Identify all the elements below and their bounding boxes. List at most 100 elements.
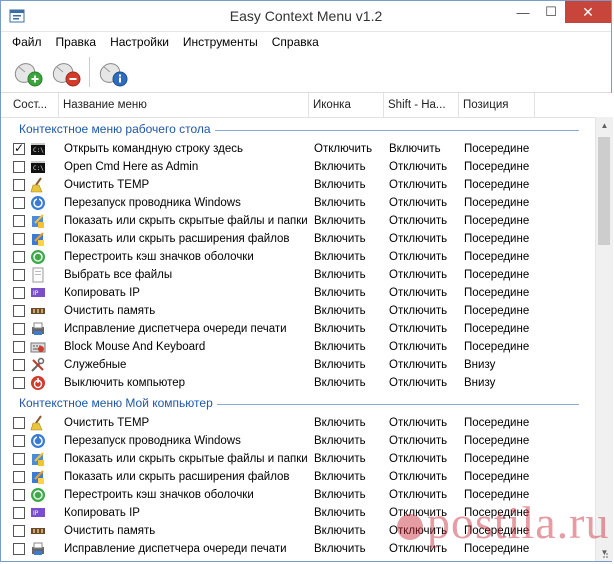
list-item[interactable]: Перестроить кэш значков оболочки Включить… <box>1 486 613 504</box>
shift-action-cell[interactable]: Отключить <box>389 338 459 356</box>
position-cell[interactable]: Посередине <box>464 540 534 558</box>
position-cell[interactable]: Посередине <box>464 266 534 284</box>
list-item[interactable]: Исправление диспетчера очереди печати Вкл… <box>1 540 613 558</box>
icon-action-cell[interactable]: Включить <box>314 338 386 356</box>
icon-action-cell[interactable]: Включить <box>314 230 386 248</box>
list-item[interactable]: Перезапуск проводника Windows Включить Отк… <box>1 194 613 212</box>
position-cell[interactable]: Внизу <box>464 356 534 374</box>
list-item[interactable]: Очистить TEMP Включить Отключить Посередине <box>1 414 613 432</box>
icon-action-cell[interactable]: Включить <box>314 414 386 432</box>
shift-action-cell[interactable]: Отключить <box>389 504 459 522</box>
vertical-scrollbar[interactable]: ▲ ▼ <box>595 117 613 561</box>
icon-action-cell[interactable]: Включить <box>314 468 386 486</box>
column-name[interactable]: Название меню <box>59 93 309 117</box>
row-checkbox[interactable] <box>13 377 25 389</box>
position-cell[interactable]: Посередине <box>464 414 534 432</box>
remove-menu-button[interactable] <box>49 55 83 89</box>
row-checkbox[interactable] <box>13 251 25 263</box>
column-icon[interactable]: Иконка <box>309 93 384 117</box>
position-cell[interactable]: Посередине <box>464 450 534 468</box>
column-shift[interactable]: Shift - На... <box>384 93 459 117</box>
row-checkbox[interactable] <box>13 341 25 353</box>
scroll-thumb[interactable] <box>598 137 610 245</box>
position-cell[interactable]: Посередине <box>464 468 534 486</box>
icon-action-cell[interactable]: Включить <box>314 522 386 540</box>
position-cell[interactable]: Посередине <box>464 522 534 540</box>
row-checkbox[interactable] <box>13 197 25 209</box>
shift-action-cell[interactable]: Отключить <box>389 374 459 392</box>
menu-edit[interactable]: Правка <box>49 35 104 49</box>
row-checkbox[interactable] <box>13 489 25 501</box>
resize-grip-icon[interactable] <box>599 549 609 559</box>
row-checkbox[interactable] <box>13 435 25 447</box>
shift-action-cell[interactable]: Отключить <box>389 176 459 194</box>
menu-file[interactable]: Файл <box>5 35 49 49</box>
close-button[interactable]: ✕ <box>565 1 611 23</box>
shift-action-cell[interactable]: Отключить <box>389 486 459 504</box>
row-checkbox[interactable] <box>13 179 25 191</box>
row-checkbox[interactable] <box>13 215 25 227</box>
list-item[interactable]: C:\ Открыть командную строку здесь Отключи… <box>1 140 613 158</box>
list-item[interactable]: Перезапуск проводника Windows Включить Отк… <box>1 432 613 450</box>
icon-action-cell[interactable]: Включить <box>314 320 386 338</box>
list-item[interactable]: Block Mouse And Keyboard Включить Отключит… <box>1 338 613 356</box>
shift-action-cell[interactable]: Отключить <box>389 212 459 230</box>
shift-action-cell[interactable]: Отключить <box>389 302 459 320</box>
row-checkbox[interactable] <box>13 233 25 245</box>
icon-action-cell[interactable]: Включить <box>314 432 386 450</box>
shift-action-cell[interactable]: Отключить <box>389 194 459 212</box>
row-checkbox[interactable] <box>13 269 25 281</box>
position-cell[interactable]: Посередине <box>464 212 534 230</box>
shift-action-cell[interactable]: Отключить <box>389 266 459 284</box>
icon-action-cell[interactable]: Включить <box>314 374 386 392</box>
icon-action-cell[interactable]: Включить <box>314 540 386 558</box>
position-cell[interactable]: Посередине <box>464 140 534 158</box>
shift-action-cell[interactable]: Отключить <box>389 432 459 450</box>
add-menu-button[interactable] <box>11 55 45 89</box>
menu-settings[interactable]: Настройки <box>103 35 176 49</box>
position-cell[interactable]: Посередине <box>464 194 534 212</box>
position-cell[interactable]: Посередине <box>464 176 534 194</box>
position-cell[interactable]: Посередине <box>464 432 534 450</box>
shift-action-cell[interactable]: Отключить <box>389 522 459 540</box>
list-item[interactable]: Выключить компьютер Включить Отключить Вниз… <box>1 374 613 392</box>
position-cell[interactable]: Посередине <box>464 486 534 504</box>
list-item[interactable]: IP Копировать IP Включить Отключить Посереди… <box>1 284 613 302</box>
list-item[interactable]: Показать или скрыть расширения файлов Вкл… <box>1 468 613 486</box>
maximize-button[interactable]: ☐ <box>537 1 565 23</box>
list-item[interactable]: Показать или скрыть скрытые файлы и папк… <box>1 212 613 230</box>
list-item[interactable]: C:\ Open Cmd Here as Admin Включить Отключи… <box>1 158 613 176</box>
column-state[interactable]: Сост... <box>9 93 59 117</box>
position-cell[interactable]: Посередине <box>464 302 534 320</box>
list-item[interactable]: Очистить память Включить Отключить Посереди… <box>1 522 613 540</box>
shift-action-cell[interactable]: Включить <box>389 140 459 158</box>
list-item[interactable]: Очистить TEMP Включить Отключить Посередине <box>1 176 613 194</box>
list-item[interactable]: Исправление диспетчера очереди печати Вкл… <box>1 320 613 338</box>
shift-action-cell[interactable]: Отключить <box>389 540 459 558</box>
list-item[interactable]: Выбрать все файлы Включить Отключить Посере… <box>1 266 613 284</box>
row-checkbox[interactable] <box>13 525 25 537</box>
icon-action-cell[interactable]: Включить <box>314 302 386 320</box>
icon-action-cell[interactable]: Включить <box>314 248 386 266</box>
row-checkbox[interactable] <box>13 323 25 335</box>
menu-help[interactable]: Справка <box>265 35 326 49</box>
shift-action-cell[interactable]: Отключить <box>389 450 459 468</box>
list-item[interactable]: Служебные Включить Отключить Внизу <box>1 356 613 374</box>
minimize-button[interactable]: — <box>509 1 537 23</box>
icon-action-cell[interactable]: Включить <box>314 212 386 230</box>
row-checkbox[interactable] <box>13 453 25 465</box>
row-checkbox[interactable] <box>13 161 25 173</box>
icon-action-cell[interactable]: Включить <box>314 356 386 374</box>
shift-action-cell[interactable]: Отключить <box>389 468 459 486</box>
icon-action-cell[interactable]: Включить <box>314 504 386 522</box>
shift-action-cell[interactable]: Отключить <box>389 414 459 432</box>
row-checkbox[interactable] <box>13 141 25 155</box>
list-item[interactable]: Перестроить кэш значков оболочки Включить… <box>1 248 613 266</box>
position-cell[interactable]: Посередине <box>464 284 534 302</box>
info-button[interactable] <box>96 55 130 89</box>
position-cell[interactable]: Посередине <box>464 158 534 176</box>
title-bar[interactable]: Easy Context Menu v1.2 — ☐ ✕ <box>1 1 611 32</box>
position-cell[interactable]: Посередине <box>464 248 534 266</box>
list-item[interactable]: Показать или скрыть расширения файлов Вкл… <box>1 230 613 248</box>
icon-action-cell[interactable]: Отключить <box>314 140 386 158</box>
